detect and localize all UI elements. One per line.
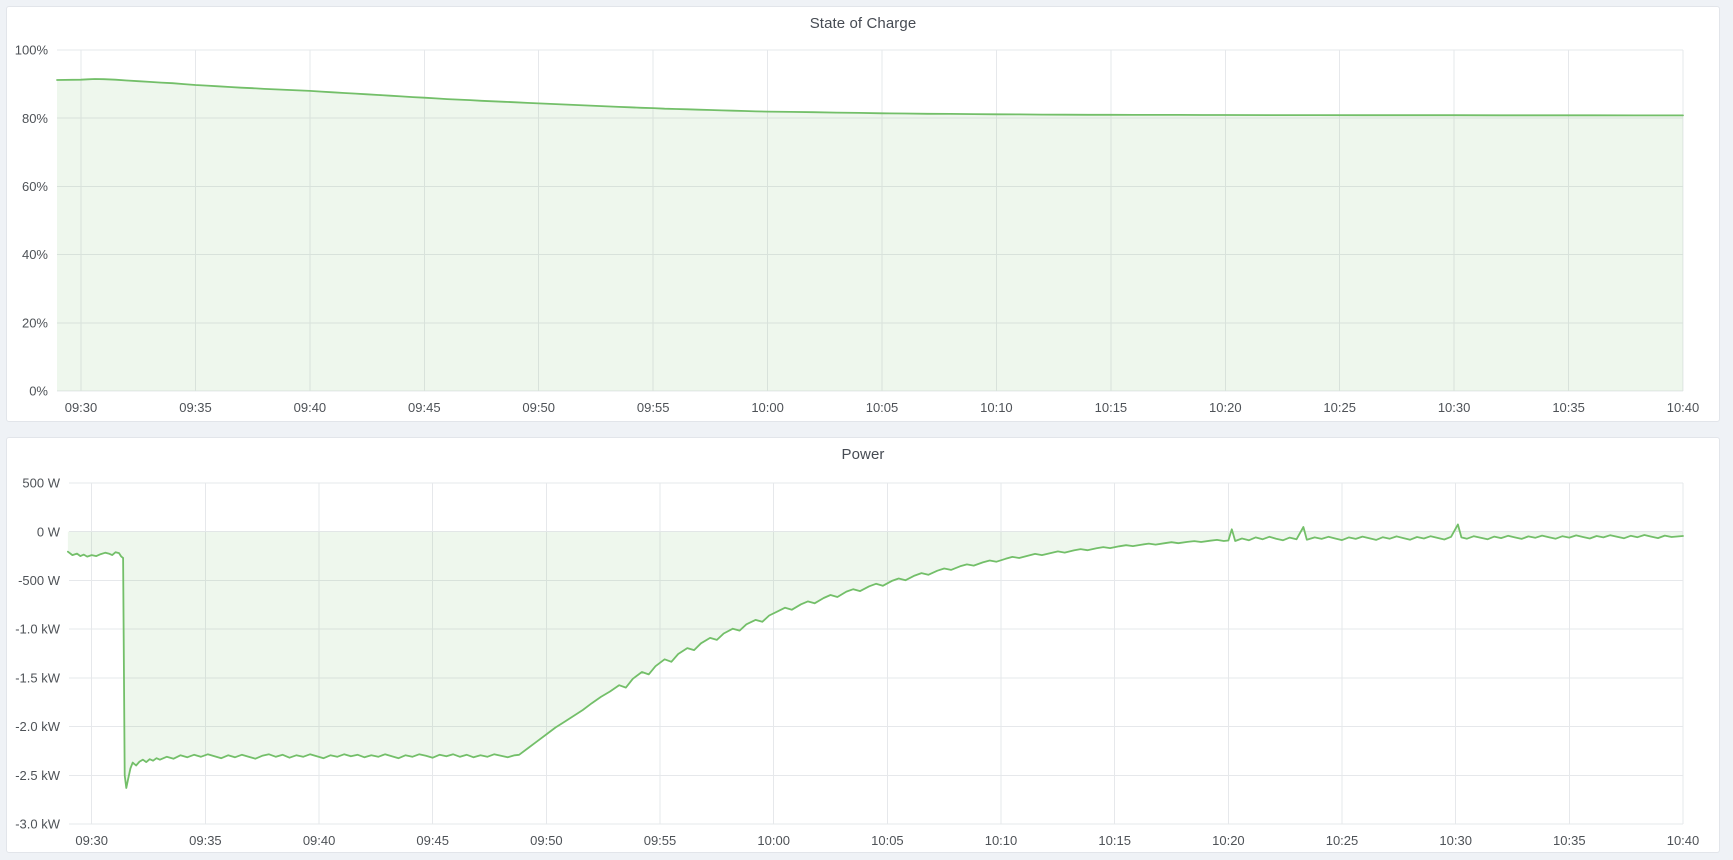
- svg-text:0 W: 0 W: [37, 524, 61, 539]
- power-chart[interactable]: 500 W 0 W -500 W -1.0 kW -1.5 kW -2.0 kW -2.5 …: [7, 438, 1719, 852]
- svg-text:10:40: 10:40: [1667, 833, 1700, 848]
- svg-text:10:35: 10:35: [1552, 400, 1585, 415]
- svg-text:09:40: 09:40: [294, 400, 327, 415]
- svg-text:10:40: 10:40: [1667, 400, 1700, 415]
- svg-text:-2.0 kW: -2.0 kW: [15, 719, 61, 734]
- svg-text:10:10: 10:10: [985, 833, 1018, 848]
- svg-text:10:30: 10:30: [1439, 833, 1472, 848]
- svg-text:40%: 40%: [22, 247, 48, 262]
- svg-text:10:15: 10:15: [1095, 400, 1128, 415]
- svg-text:-2.5 kW: -2.5 kW: [15, 768, 61, 783]
- svg-text:10:20: 10:20: [1209, 400, 1242, 415]
- soc-panel: 100% 80% 60% 40% 20% 0% 09:30 09:35 09:40 09:45 09…: [6, 6, 1720, 422]
- svg-text:10:00: 10:00: [757, 833, 790, 848]
- dashboard: 100% 80% 60% 40% 20% 0% 09:30 09:35 09:40 09:45 09…: [0, 0, 1733, 860]
- svg-text:10:25: 10:25: [1326, 833, 1359, 848]
- series-fill: [68, 524, 1683, 788]
- svg-text:10:30: 10:30: [1438, 400, 1471, 415]
- series-fill: [57, 79, 1683, 391]
- svg-text:09:40: 09:40: [303, 833, 336, 848]
- svg-text:10:15: 10:15: [1098, 833, 1131, 848]
- svg-text:-1.5 kW: -1.5 kW: [15, 670, 61, 685]
- panel-title: Power: [7, 446, 1719, 463]
- svg-text:09:55: 09:55: [644, 833, 677, 848]
- svg-text:09:50: 09:50: [530, 833, 563, 848]
- svg-text:09:45: 09:45: [408, 400, 441, 415]
- svg-text:10:35: 10:35: [1553, 833, 1586, 848]
- svg-text:09:35: 09:35: [179, 400, 212, 415]
- svg-text:09:30: 09:30: [65, 400, 98, 415]
- svg-text:20%: 20%: [22, 315, 48, 330]
- svg-text:10:25: 10:25: [1323, 400, 1356, 415]
- svg-text:-500 W: -500 W: [18, 573, 61, 588]
- svg-text:09:30: 09:30: [75, 833, 108, 848]
- svg-text:09:55: 09:55: [637, 400, 670, 415]
- svg-text:09:35: 09:35: [189, 833, 222, 848]
- svg-text:-3.0 kW: -3.0 kW: [15, 817, 61, 832]
- panel-title: State of Charge: [7, 15, 1719, 32]
- svg-text:-1.0 kW: -1.0 kW: [15, 622, 61, 637]
- svg-text:09:45: 09:45: [416, 833, 449, 848]
- svg-text:500 W: 500 W: [22, 476, 60, 491]
- svg-text:60%: 60%: [22, 179, 48, 194]
- svg-text:10:05: 10:05: [866, 400, 899, 415]
- svg-text:10:05: 10:05: [871, 833, 904, 848]
- power-panel: 500 W 0 W -500 W -1.0 kW -1.5 kW -2.0 kW -2.5 …: [6, 437, 1720, 853]
- svg-text:10:10: 10:10: [980, 400, 1013, 415]
- svg-text:80%: 80%: [22, 111, 48, 126]
- svg-text:10:00: 10:00: [751, 400, 784, 415]
- svg-text:0%: 0%: [29, 384, 48, 399]
- soc-chart[interactable]: 100% 80% 60% 40% 20% 0% 09:30 09:35 09:40 09:45 09…: [7, 7, 1719, 421]
- svg-text:09:50: 09:50: [522, 400, 555, 415]
- svg-text:10:20: 10:20: [1212, 833, 1245, 848]
- svg-text:100%: 100%: [15, 43, 49, 58]
